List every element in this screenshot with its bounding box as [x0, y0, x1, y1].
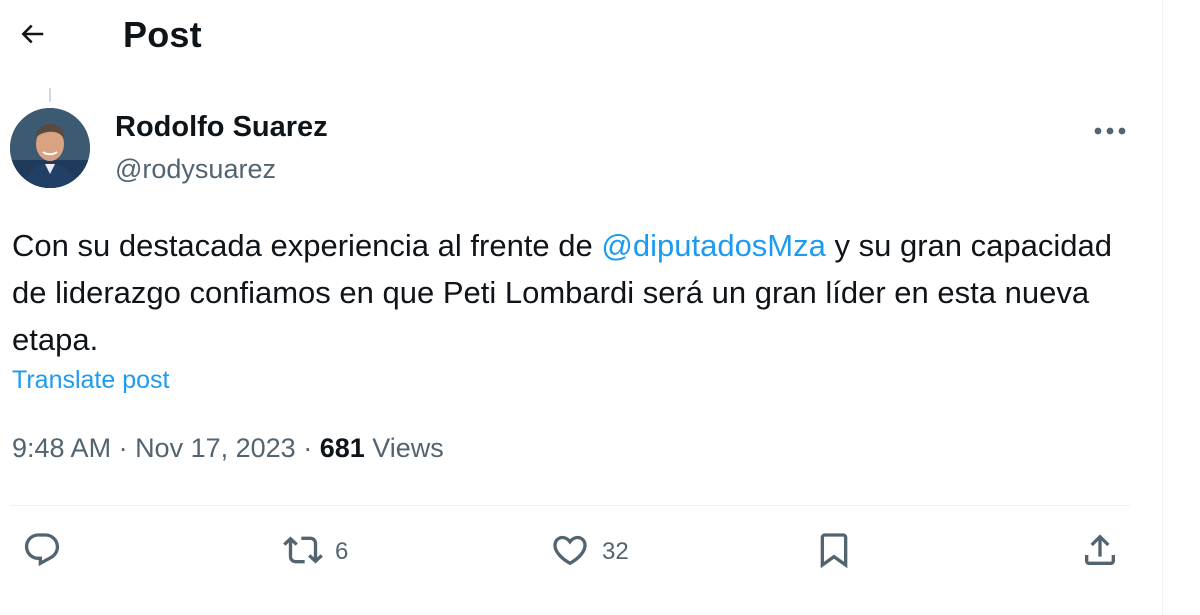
thread-line — [49, 88, 51, 102]
back-button[interactable] — [10, 14, 54, 58]
post-text-part: Con su destacada experiencia al frente d… — [12, 228, 602, 263]
views-label: Views — [364, 433, 444, 463]
column-border — [1162, 0, 1163, 615]
author-name[interactable]: Rodolfo Suarez — [115, 111, 328, 144]
share-icon — [1080, 530, 1120, 575]
repost-icon — [283, 530, 323, 575]
more-options-button[interactable] — [1086, 112, 1134, 152]
repost-button[interactable]: 6 — [283, 530, 348, 574]
meta-separator: · — [111, 433, 136, 463]
reply-icon — [22, 530, 62, 575]
like-count: 32 — [602, 538, 629, 565]
post-text: Con su destacada experiencia al frente d… — [12, 222, 1132, 363]
post-date[interactable]: Nov 17, 2023 — [135, 433, 296, 463]
author-handle[interactable]: @rodysuarez — [115, 154, 276, 185]
translate-post-link[interactable]: Translate post — [12, 366, 169, 395]
bookmark-icon — [814, 530, 854, 575]
views-count: 681 — [319, 433, 365, 463]
reply-button[interactable] — [22, 530, 74, 574]
arrow-left-icon — [17, 19, 47, 54]
post-time[interactable]: 9:48 AM — [12, 433, 111, 463]
page-header: Post — [0, 0, 1162, 80]
like-button[interactable]: 32 — [550, 530, 629, 574]
share-button[interactable] — [1080, 530, 1120, 574]
meta-separator: · — [295, 433, 320, 463]
post-meta: 9:48 AM · Nov 17, 2023 · 681 Views — [12, 433, 444, 464]
more-horizontal-icon — [1093, 123, 1127, 141]
heart-icon — [550, 530, 590, 575]
divider — [10, 505, 1130, 506]
mention-link[interactable]: @diputadosMza — [601, 228, 825, 263]
bookmark-button[interactable] — [814, 530, 854, 574]
page-title: Post — [123, 14, 202, 55]
repost-count: 6 — [335, 538, 349, 565]
avatar[interactable] — [10, 108, 90, 188]
